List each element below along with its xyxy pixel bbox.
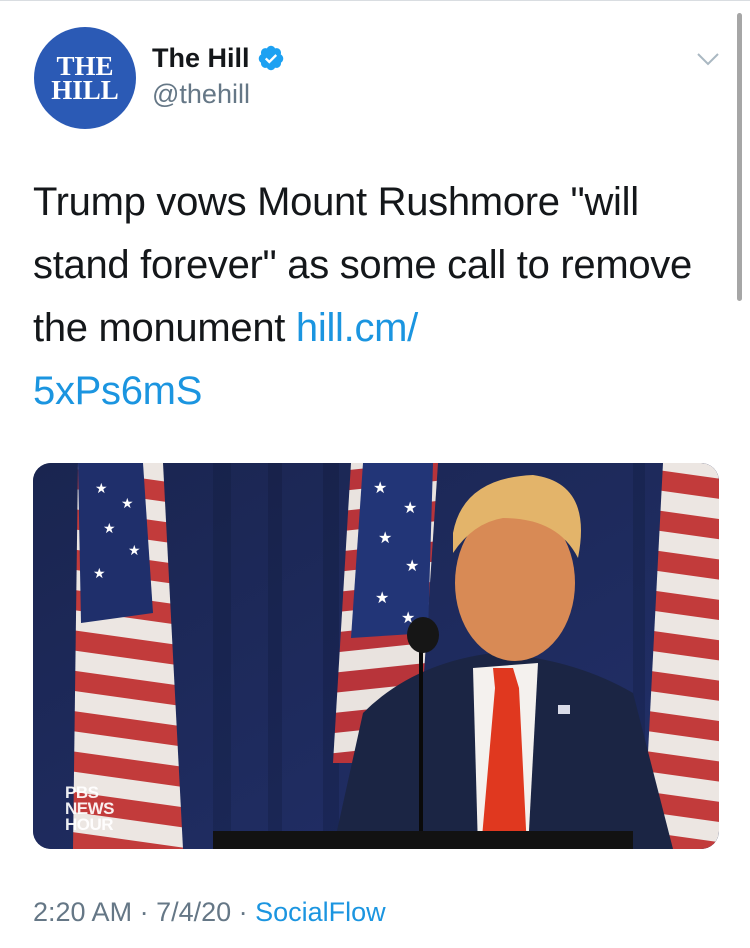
author-name-row[interactable]: The Hill xyxy=(152,41,285,75)
svg-text:★: ★ xyxy=(403,498,417,517)
svg-text:★: ★ xyxy=(121,496,134,512)
meta-separator: · xyxy=(231,897,256,927)
svg-text:★: ★ xyxy=(103,521,116,537)
watermark-line3: HOUR xyxy=(65,815,114,834)
pbs-news-hour-watermark: PBS NEWS HOUR xyxy=(65,784,115,834)
svg-text:★: ★ xyxy=(378,528,392,547)
tweet-time[interactable]: 2:20 AM xyxy=(33,897,132,927)
tweet-meta: 2:20 AM · 7/4/20 · SocialFlow xyxy=(33,897,386,928)
tweet-source-link[interactable]: SocialFlow xyxy=(255,897,386,927)
tweet-text: Trump vows Mount Rushmore "will stand fo… xyxy=(33,171,713,423)
author-avatar[interactable]: THE HILL xyxy=(34,27,136,129)
video-still-image: ★★ ★★ ★ ★★ ★★ ★★ xyxy=(33,463,719,849)
author-handle[interactable]: @thehill xyxy=(152,79,250,110)
tweet-date[interactable]: 7/4/20 xyxy=(156,897,231,927)
avatar-text-line2: HILL xyxy=(51,75,119,105)
svg-text:★: ★ xyxy=(405,556,419,575)
svg-text:★: ★ xyxy=(93,566,106,582)
svg-text:★: ★ xyxy=(375,588,389,607)
verified-badge-icon xyxy=(258,45,283,71)
author-display-name[interactable]: The Hill xyxy=(152,43,250,74)
tweet-media-image[interactable]: ★ ★ ★ ★ ★ ★ ★ ★ ★ ★ ★ PBS NEWS HOUR xyxy=(33,463,719,849)
tweet-link-line1[interactable]: hill.cm/ xyxy=(296,306,418,350)
svg-text:★: ★ xyxy=(95,481,108,497)
meta-separator: · xyxy=(132,897,157,927)
tweet-detail: THE HILL The Hill @thehill Trump vows Mo… xyxy=(0,0,750,948)
svg-text:★: ★ xyxy=(373,478,387,497)
svg-text:★: ★ xyxy=(128,543,141,559)
tweet-link-line2[interactable]: 5xPs6mS xyxy=(33,369,202,413)
chevron-down-icon[interactable] xyxy=(694,45,722,73)
scrollbar[interactable] xyxy=(737,13,742,301)
